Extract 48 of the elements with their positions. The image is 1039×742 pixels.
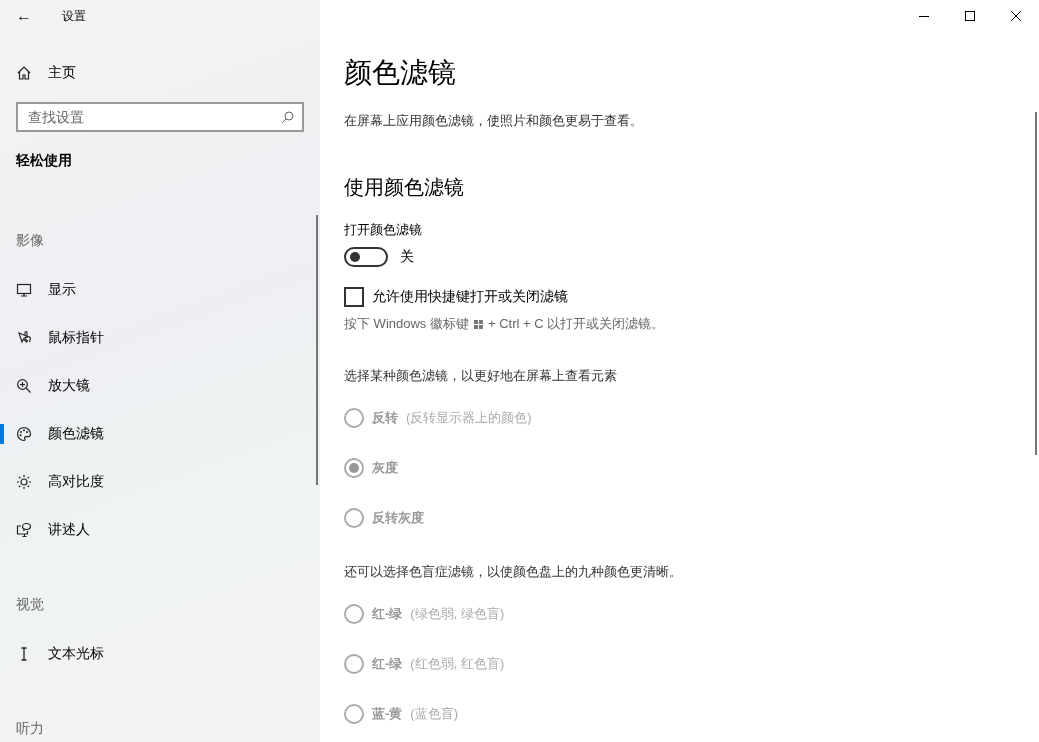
maximize-icon xyxy=(965,11,975,21)
filter-intro: 还可以选择色盲症滤镜，以使颜色盘上的九种颜色更清晰。 xyxy=(344,563,683,581)
page-title: 颜色滤镜 xyxy=(344,56,457,90)
toggle-state: 关 xyxy=(400,248,414,266)
search-icon xyxy=(281,111,294,124)
option-label: 红-绿 xyxy=(372,605,403,623)
sidebar-item[interactable]: 颜色滤镜 xyxy=(0,410,320,458)
sidebar-item[interactable]: 鼠标指针 xyxy=(0,314,320,362)
option-detail: (蓝色盲) xyxy=(410,705,458,723)
sidebar-item[interactable]: 讲述人 xyxy=(0,506,320,554)
palette-icon xyxy=(16,426,32,442)
monitor-icon xyxy=(16,282,32,298)
sun-icon xyxy=(16,474,32,490)
category-heading: 轻松使用 xyxy=(16,152,73,170)
pointer-icon xyxy=(16,330,32,346)
windows-logo-icon xyxy=(473,319,483,329)
group-heading: 影像 xyxy=(16,232,45,250)
group-heading: 视觉 xyxy=(16,596,45,614)
magnifier-icon xyxy=(16,378,32,394)
home-icon xyxy=(16,65,32,81)
close-icon xyxy=(1011,11,1021,21)
sidebar-item[interactable]: 高对比度 xyxy=(0,458,320,506)
checkbox[interactable] xyxy=(344,287,364,307)
search-field[interactable]: 查找设置 xyxy=(16,102,304,132)
back-button[interactable]: ← xyxy=(0,0,48,32)
sidebar-item[interactable]: 显示 xyxy=(0,266,320,314)
narrator-icon xyxy=(16,522,32,538)
hint-text: + Ctrl + C 以打开或关闭滤镜。 xyxy=(487,315,665,333)
toggle-label: 打开颜色滤镜 xyxy=(344,221,423,239)
option-detail: (红色弱, 红色盲) xyxy=(410,655,505,673)
section-heading: 使用颜色滤镜 xyxy=(344,175,465,200)
option-detail: (反转显示器上的颜色) xyxy=(406,409,532,427)
hint-text: 按下 Windows 徽标键 xyxy=(344,315,469,333)
option-label: 蓝-黄 xyxy=(372,705,403,723)
option-label: 灰度 xyxy=(372,459,398,477)
filter-intro: 选择某种颜色滤镜，以更好地在屏幕上查看元素 xyxy=(344,367,618,385)
window-title: 设置 xyxy=(62,7,86,25)
page-description: 在屏幕上应用颜色滤镜，使照片和颜色更易于查看。 xyxy=(344,112,644,130)
option-label: 红-绿 xyxy=(372,655,403,673)
sidebar-item[interactable]: 放大镜 xyxy=(0,362,320,410)
option-label: 反转灰度 xyxy=(372,509,424,527)
checkbox-label: 允许使用快捷键打开或关闭滤镜 xyxy=(372,288,568,306)
sidebar-item[interactable]: 文本光标 xyxy=(0,630,320,678)
option-detail: (绿色弱, 绿色盲) xyxy=(410,605,505,623)
home-link[interactable]: 主页 xyxy=(16,56,76,90)
group-heading: 听力 xyxy=(16,720,45,738)
toggle-switch[interactable] xyxy=(344,247,388,267)
option-label: 反转 xyxy=(372,409,398,427)
